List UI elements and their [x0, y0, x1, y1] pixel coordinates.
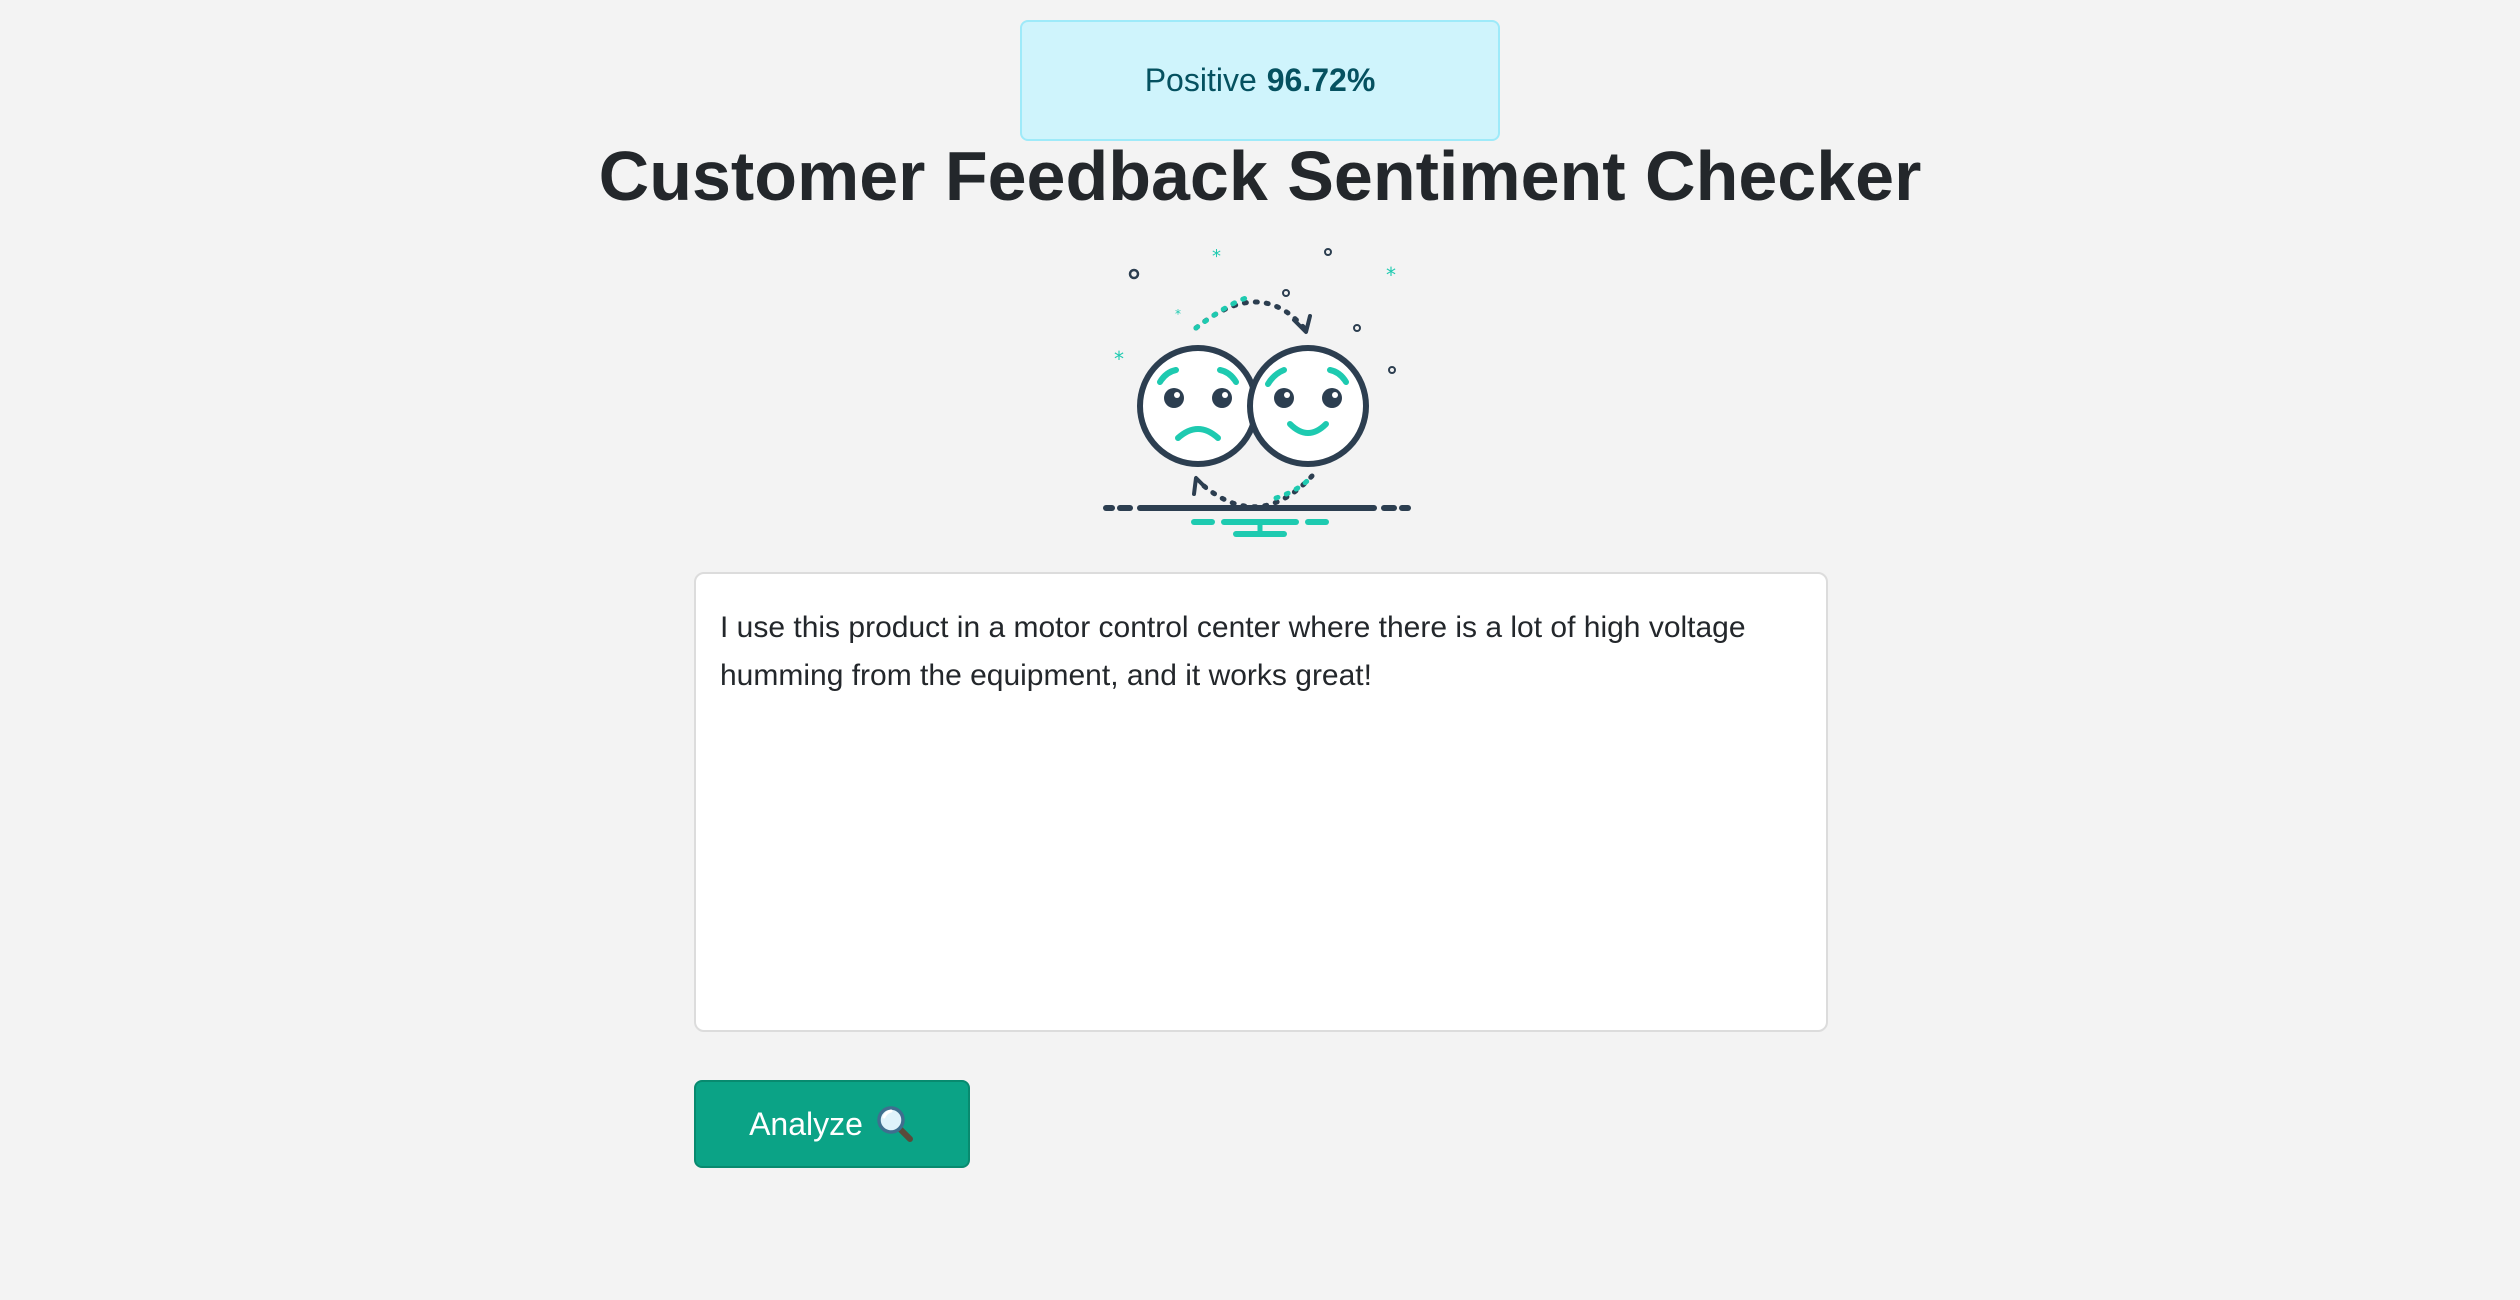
feedback-textarea[interactable]: I use this product in a motor control ce…	[694, 572, 1828, 1032]
analyze-button[interactable]: Analyze	[694, 1080, 970, 1168]
analyze-button-label: Analyze	[749, 1105, 863, 1142]
magnifying-glass-icon	[877, 1106, 913, 1142]
sad-to-happy-faces-icon: * * * *	[1103, 246, 1411, 537]
sentiment-score: 96.72%	[1266, 62, 1376, 98]
svg-text:*: *	[1212, 246, 1221, 267]
sentiment-label: Positive	[1144, 62, 1257, 98]
page-title: Customer Feedback Sentiment Checker	[598, 137, 1922, 215]
svg-text:*: *	[1386, 263, 1396, 287]
sentiment-result-alert: Positive 96.72%	[1020, 20, 1500, 141]
sentiment-illustration: * * * *	[1100, 236, 1420, 546]
svg-text:*: *	[1114, 347, 1124, 371]
svg-text:*: *	[1175, 307, 1181, 321]
